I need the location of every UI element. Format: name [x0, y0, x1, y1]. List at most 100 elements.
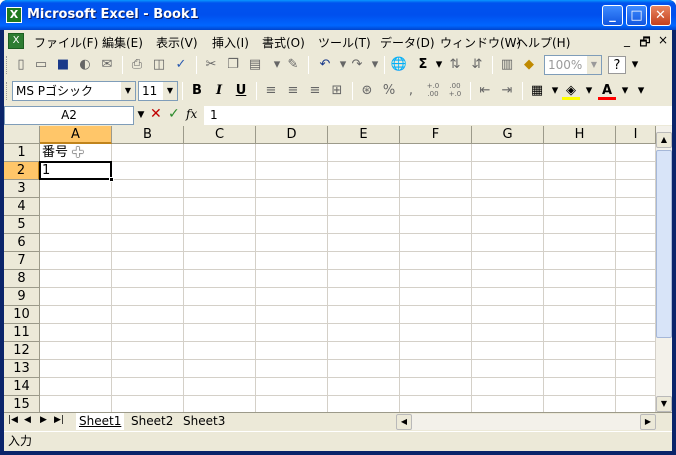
row-header-5[interactable]: 5: [4, 216, 40, 234]
close-button[interactable]: ✕: [650, 5, 671, 26]
font-size-combo[interactable]: 11 ▼: [138, 81, 178, 101]
chevron-down-icon[interactable]: ▼: [587, 56, 601, 74]
toolbar-grip[interactable]: [6, 56, 9, 74]
scroll-down-icon[interactable]: ▼: [656, 396, 672, 412]
drawing-icon[interactable]: ◆: [520, 56, 538, 74]
select-all-button[interactable]: [4, 126, 40, 144]
row-header-6[interactable]: 6: [4, 234, 40, 252]
new-icon[interactable]: ▯: [12, 56, 30, 74]
menu-help[interactable]: ヘルプ(H): [516, 34, 570, 51]
menu-insert[interactable]: 挿入(I): [212, 34, 249, 51]
column-header-h[interactable]: H: [544, 126, 616, 144]
bold-button[interactable]: B: [188, 82, 206, 100]
italic-button[interactable]: I: [210, 82, 228, 100]
align-center-icon[interactable]: ≡: [284, 82, 302, 100]
row-header-14[interactable]: 14: [4, 378, 40, 396]
print-preview-icon[interactable]: ◫: [150, 56, 168, 74]
email-icon[interactable]: ✉: [98, 56, 116, 74]
toolbar-grip[interactable]: [6, 82, 9, 100]
align-right-icon[interactable]: ≡: [306, 82, 324, 100]
fill-color-dropdown-icon[interactable]: ▾: [580, 82, 598, 100]
excel-icon[interactable]: X: [6, 7, 22, 23]
title-bar[interactable]: X Microsoft Excel - Book1 _ □ ✕: [0, 0, 676, 30]
name-box-dropdown-icon[interactable]: ▼: [132, 106, 150, 124]
maximize-button[interactable]: □: [626, 5, 647, 26]
fill-color-icon[interactable]: ◈: [562, 82, 580, 100]
column-header-d[interactable]: D: [256, 126, 328, 144]
insert-function-button[interactable]: fx: [186, 107, 197, 121]
toolbar-options-icon[interactable]: ▾: [626, 56, 644, 74]
cell-a2[interactable]: 1: [40, 162, 50, 180]
column-header-b[interactable]: B: [112, 126, 184, 144]
redo-icon[interactable]: ↷: [348, 56, 366, 74]
column-header-g[interactable]: G: [472, 126, 544, 144]
column-header-c[interactable]: C: [184, 126, 256, 144]
save-icon[interactable]: ■: [54, 56, 72, 74]
chevron-down-icon[interactable]: ▼: [163, 82, 177, 100]
hyperlink-icon[interactable]: 🌐: [390, 56, 408, 74]
currency-icon[interactable]: ⊛: [358, 82, 376, 100]
scroll-right-icon[interactable]: ▶: [640, 414, 656, 430]
workbook-restore-button[interactable]: 🗗: [638, 33, 652, 54]
workbook-minimize-button[interactable]: _: [620, 33, 634, 47]
row-header-15[interactable]: 15: [4, 396, 40, 412]
format-painter-icon[interactable]: ✎: [284, 56, 302, 74]
chart-wizard-icon[interactable]: ▥: [498, 56, 516, 74]
enter-icon[interactable]: ✓: [168, 106, 180, 122]
tab-sheet1[interactable]: Sheet1: [76, 413, 125, 430]
column-header-e[interactable]: E: [328, 126, 400, 144]
percent-button[interactable]: %: [380, 82, 398, 100]
column-header-i[interactable]: I: [616, 126, 656, 144]
copy-icon[interactable]: ❐: [224, 56, 242, 74]
underline-button[interactable]: U: [232, 82, 250, 100]
workbook-close-button[interactable]: ×: [656, 33, 670, 47]
open-icon[interactable]: ▭: [32, 56, 50, 74]
horizontal-scrollbar[interactable]: ◀ ▶: [396, 414, 656, 430]
undo-icon[interactable]: ↶: [316, 56, 334, 74]
row-header-12[interactable]: 12: [4, 342, 40, 360]
row-header-2[interactable]: 2: [4, 162, 40, 180]
workbook-icon[interactable]: X: [8, 33, 24, 49]
merge-center-icon[interactable]: ⊞: [328, 82, 346, 100]
permission-icon[interactable]: ◐: [76, 56, 94, 74]
name-box[interactable]: A2: [4, 106, 134, 125]
increase-decimal-button[interactable]: +.0 .00: [424, 82, 442, 100]
chevron-down-icon[interactable]: ▼: [121, 82, 135, 100]
row-header-7[interactable]: 7: [4, 252, 40, 270]
first-sheet-button[interactable]: |◀: [8, 415, 18, 425]
menu-format[interactable]: 書式(O): [262, 34, 305, 51]
column-header-f[interactable]: F: [400, 126, 472, 144]
last-sheet-button[interactable]: ▶|: [54, 415, 64, 425]
print-icon[interactable]: ⎙: [128, 56, 146, 74]
fill-handle[interactable]: [109, 177, 114, 182]
menu-window[interactable]: ウィンドウ(W): [440, 34, 521, 51]
font-color-icon[interactable]: A: [598, 82, 616, 100]
sort-ascending-icon[interactable]: ⇅: [446, 56, 464, 74]
formula-input[interactable]: 1: [204, 106, 672, 125]
scroll-left-icon[interactable]: ◀: [396, 414, 412, 430]
decrease-indent-icon[interactable]: ⇤: [476, 82, 494, 100]
row-header-1[interactable]: 1: [4, 144, 40, 162]
vertical-scroll-thumb[interactable]: [656, 150, 672, 338]
decrease-decimal-button[interactable]: .00 +.0: [446, 82, 464, 100]
paste-icon[interactable]: ▤: [246, 56, 264, 74]
row-header-10[interactable]: 10: [4, 306, 40, 324]
row-header-3[interactable]: 3: [4, 180, 40, 198]
prev-sheet-button[interactable]: ◀: [24, 415, 31, 425]
scroll-up-icon[interactable]: ▲: [656, 132, 672, 148]
row-header-4[interactable]: 4: [4, 198, 40, 216]
redo-dropdown-icon[interactable]: ▾: [366, 56, 384, 74]
menu-edit[interactable]: 編集(E): [102, 34, 143, 51]
tab-sheet3[interactable]: Sheet3: [180, 413, 228, 430]
sort-descending-icon[interactable]: ⇵: [468, 56, 486, 74]
align-left-icon[interactable]: ≡: [262, 82, 280, 100]
next-sheet-button[interactable]: ▶: [40, 415, 47, 425]
cancel-icon[interactable]: ✕: [150, 106, 162, 122]
row-header-9[interactable]: 9: [4, 288, 40, 306]
comma-button[interactable]: ,: [402, 82, 420, 100]
menu-file[interactable]: ファイル(F): [34, 34, 98, 51]
column-header-a[interactable]: A: [40, 126, 112, 144]
toolbar-options-icon[interactable]: ▾: [632, 82, 650, 100]
row-header-13[interactable]: 13: [4, 360, 40, 378]
cell-a1[interactable]: 番号: [40, 144, 68, 162]
